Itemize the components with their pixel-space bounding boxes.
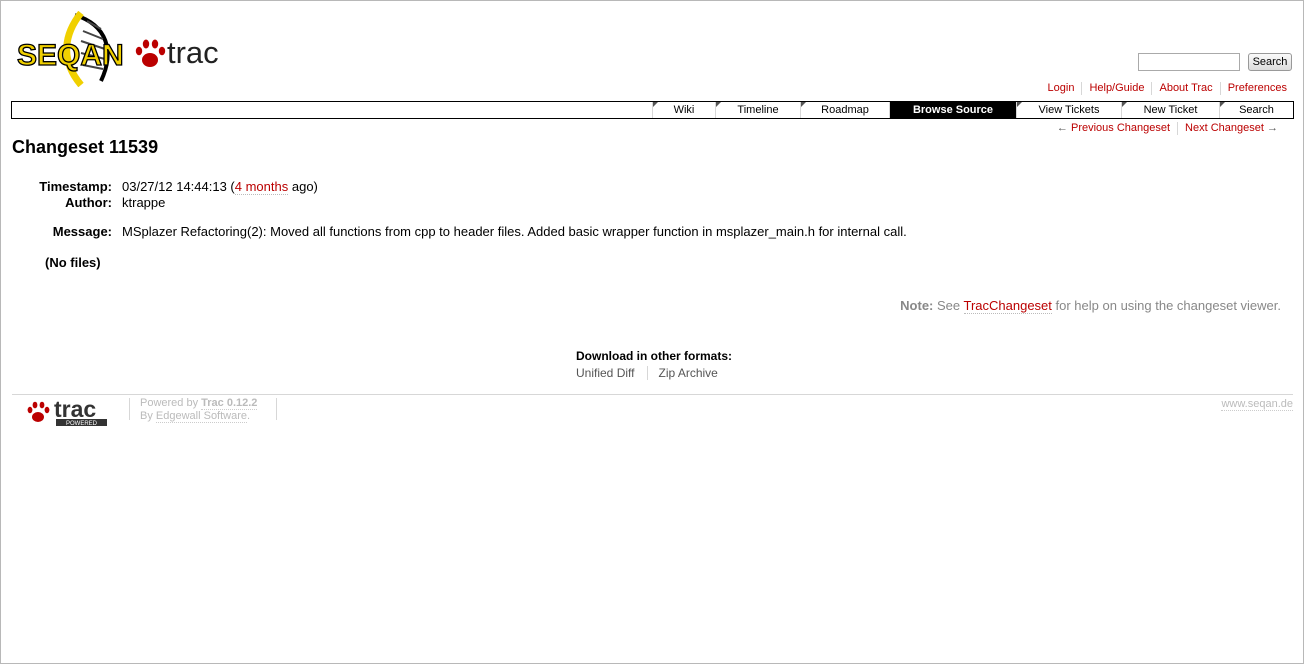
next-changeset-link[interactable]: Next Changeset → [1177, 122, 1285, 135]
footer-paw-icon [27, 401, 50, 422]
previous-changeset-link[interactable]: ← Previous Changeset [1050, 122, 1177, 135]
note-post: for help on using the changeset viewer. [1051, 298, 1281, 313]
timestamp-suffix: ago) [288, 179, 318, 194]
timestamp-value: 03/27/12 14:44:13 (4 months ago) [122, 179, 318, 195]
timestamp-ago-link[interactable]: 4 months [234, 179, 289, 195]
search-input[interactable] [1138, 53, 1240, 71]
trac-changeset-link[interactable]: TracChangeset [963, 298, 1052, 314]
author-label: Author: [65, 195, 112, 210]
seqan-trac-logo[interactable]: SEQAN trac [15, 11, 230, 87]
previous-changeset-label[interactable]: Previous Changeset [1071, 122, 1170, 134]
trac-version-link[interactable]: Trac 0.12.2 [201, 397, 258, 410]
footer-separator [129, 398, 130, 420]
next-changeset-label[interactable]: Next Changeset [1185, 122, 1264, 134]
footer-powered-badge: POWERED [66, 421, 98, 427]
footer-separator [276, 398, 277, 420]
author-value: ktrappe [122, 195, 166, 210]
about-trac-link[interactable]: About Trac [1151, 82, 1219, 95]
meta-nav: Login Help/Guide About Trac Preferences [1041, 82, 1287, 95]
by-text: By [140, 410, 156, 422]
unified-diff-link[interactable]: Unified Diff [576, 366, 634, 380]
tab-timeline[interactable]: Timeline [715, 102, 800, 118]
tab-view-tickets[interactable]: View Tickets [1016, 102, 1121, 118]
page-title: Changeset 11539 [12, 137, 159, 157]
help-guide-link[interactable]: Help/Guide [1081, 82, 1151, 95]
note-label: Note: [900, 298, 934, 313]
footer-trac-wordmark: trac [54, 397, 96, 422]
seqan-wordmark: SEQAN [17, 39, 124, 72]
trac-powered-logo[interactable]: trac POWERED [25, 397, 109, 427]
preferences-link[interactable]: Preferences [1219, 82, 1287, 95]
tab-new-ticket[interactable]: New Ticket [1121, 102, 1219, 118]
tab-search[interactable]: Search [1219, 102, 1293, 118]
footer-period: . [247, 410, 251, 422]
timestamp-date: 03/27/12 14:44:13 ( [122, 179, 235, 194]
seqan-site-link[interactable]: www.seqan.de [1221, 398, 1293, 411]
search-button[interactable]: Search [1248, 53, 1292, 71]
tab-wiki[interactable]: Wiki [652, 102, 715, 118]
help-note: Note: See TracChangeset for help on usin… [900, 298, 1281, 314]
download-title: Download in other formats: [576, 349, 732, 363]
footer-divider [12, 394, 1293, 395]
zip-archive-link[interactable]: Zip Archive [658, 366, 717, 380]
no-files-label: (No files) [45, 255, 101, 270]
download-links: Unified Diff Zip Archive [576, 366, 718, 380]
trac-wordmark: trac [167, 35, 219, 70]
powered-by-text: Powered by [140, 397, 202, 409]
edgewall-link[interactable]: Edgewall Software [155, 410, 248, 423]
paw-icon [135, 39, 166, 67]
note-pre: See [933, 298, 964, 313]
left-arrow-icon: ← [1056, 122, 1068, 134]
message-value: MSplazer Refactoring(2): Moved all funct… [122, 224, 907, 239]
tab-browse-source[interactable]: Browse Source [889, 102, 1016, 118]
tab-roadmap[interactable]: Roadmap [800, 102, 889, 118]
message-label: Message: [52, 224, 112, 239]
context-nav: ← Previous Changeset Next Changeset → [1050, 122, 1285, 135]
login-link[interactable]: Login [1041, 82, 1082, 95]
download-separator [647, 366, 649, 380]
footer-powered-by: Powered by Trac 0.12.2 By Edgewall Softw… [140, 397, 258, 423]
main-nav: Wiki Timeline Roadmap Browse Source View… [11, 101, 1294, 119]
right-arrow-icon: → [1267, 122, 1278, 134]
timestamp-label: Timestamp: [39, 179, 112, 194]
